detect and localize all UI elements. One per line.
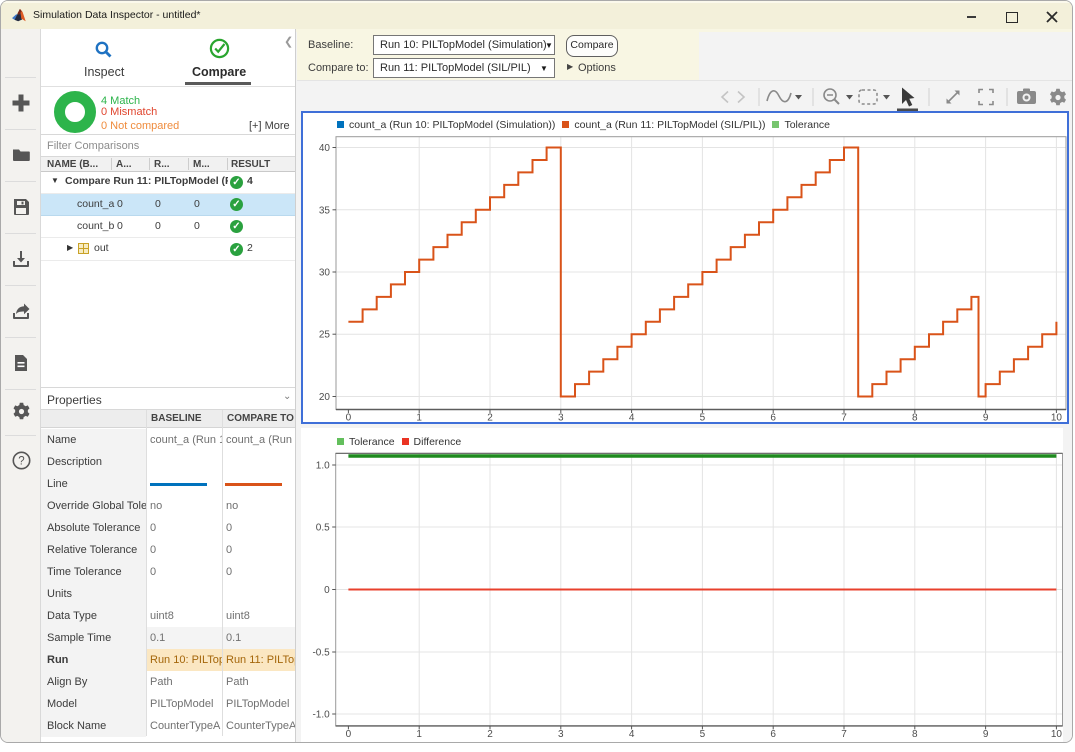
svg-text:0: 0 [346,413,352,423]
svg-text:4: 4 [629,729,635,740]
svg-text:6: 6 [770,729,776,740]
svg-text:1.0: 1.0 [316,461,330,472]
svg-text:9: 9 [983,729,989,740]
svg-text:1: 1 [416,729,422,740]
svg-text:8: 8 [912,729,918,740]
svg-text:3: 3 [558,413,564,423]
svg-text:3: 3 [558,729,564,740]
svg-text:30: 30 [319,268,331,279]
svg-text:7: 7 [841,729,847,740]
svg-text:0: 0 [324,585,330,596]
svg-text:5: 5 [700,729,706,740]
svg-text:10: 10 [1051,729,1063,740]
svg-text:5: 5 [700,413,706,423]
svg-text:-1.0: -1.0 [312,710,330,721]
svg-text:?: ? [18,456,24,468]
svg-text:20: 20 [319,392,331,403]
svg-text:2: 2 [487,413,493,423]
svg-text:40: 40 [319,143,331,154]
svg-text:2: 2 [487,729,493,740]
svg-text:10: 10 [1051,413,1063,423]
svg-text:9: 9 [983,413,989,423]
svg-text:1: 1 [416,413,422,423]
svg-text:0.5: 0.5 [316,523,330,534]
svg-text:25: 25 [319,330,331,341]
svg-text:-0.5: -0.5 [312,648,330,659]
svg-text:8: 8 [912,413,918,423]
svg-text:4: 4 [629,413,635,423]
svg-text:0: 0 [346,729,352,740]
svg-text:35: 35 [319,205,331,216]
svg-text:6: 6 [770,413,776,423]
svg-text:7: 7 [841,413,847,423]
